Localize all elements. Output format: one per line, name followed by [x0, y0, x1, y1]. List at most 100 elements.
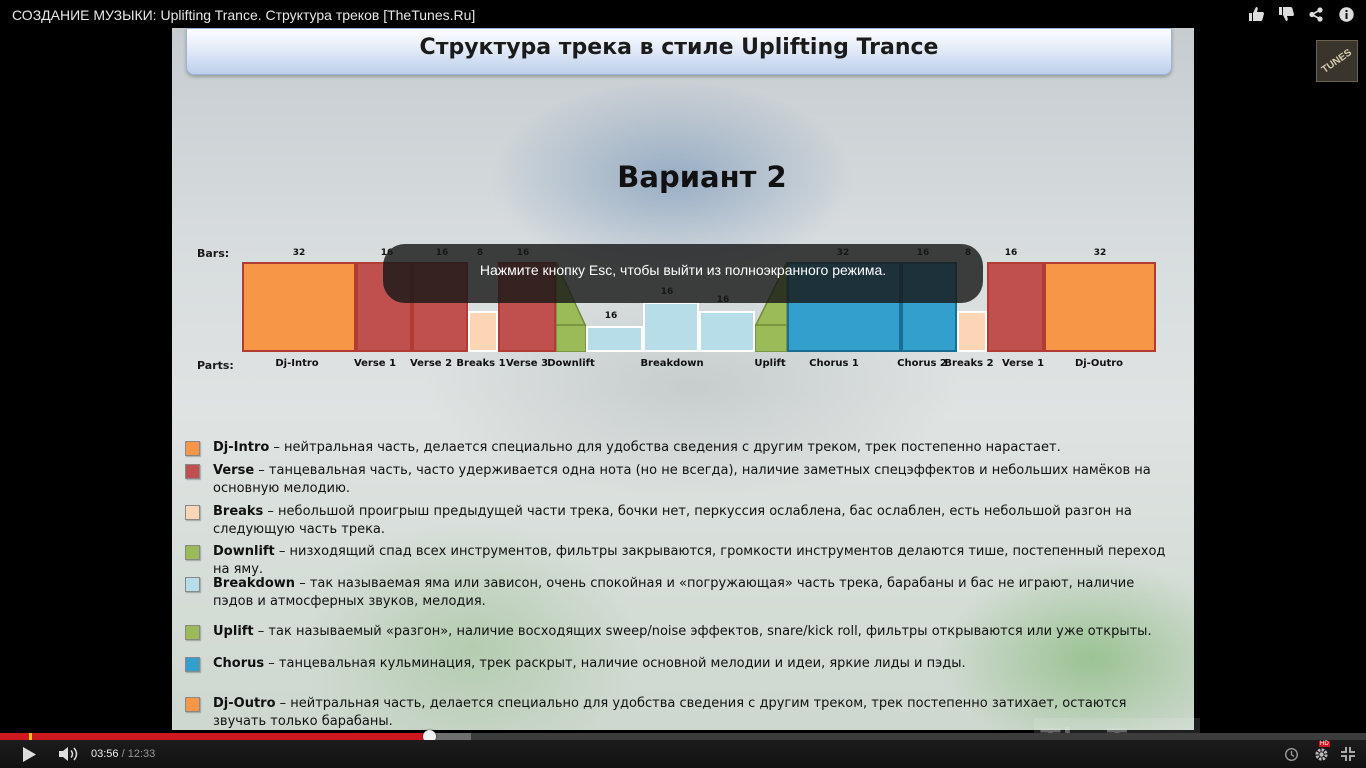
slide-header-title: Структура трека в стиле Uplifting Trance — [419, 35, 939, 60]
legend-text: Downlift – низходящий спад всех инструме… — [213, 543, 1175, 579]
legend-text: Dj-Outro – нейтральная часть, делается с… — [213, 695, 1175, 730]
legend-swatch — [185, 464, 200, 479]
dislike-icon[interactable] — [1278, 6, 1294, 22]
legend-text: Dj-Intro – нейтральная часть, делается с… — [213, 439, 1175, 457]
player-controls: 03:56 / 12:33 HD — [0, 740, 1366, 768]
part-label: Breakdown — [640, 358, 704, 369]
legend-swatch — [185, 505, 200, 520]
legend-term: Dj-Outro — [213, 696, 276, 711]
legend-item: Breaks – небольшой проигрыш предыдущей ч… — [185, 503, 1175, 539]
channel-logo[interactable]: TUNES — [1316, 40, 1358, 82]
top-actions — [1248, 6, 1354, 22]
part-label: Dj-Outro — [1074, 358, 1124, 369]
section-block — [957, 311, 987, 352]
fullscreen-toast-text: Нажмите кнопку Esc, чтобы выйти из полно… — [479, 262, 887, 278]
time-display: 03:56 / 12:33 — [91, 748, 155, 760]
bars-count: 32 — [292, 248, 306, 258]
share-icon[interactable] — [1308, 6, 1324, 22]
part-label: Breaks 1 — [456, 358, 506, 369]
legend-term: Downlift — [213, 544, 275, 559]
progress-bar[interactable] — [0, 730, 1366, 743]
part-label: Verse 3 — [505, 358, 549, 369]
slide-header: Структура трека в стиле Uplifting Trance — [186, 28, 1172, 75]
progress-marker — [29, 733, 33, 740]
settings-button[interactable]: HD — [1311, 741, 1331, 763]
legend-item: Breakdown – так называемая яма или завис… — [185, 575, 1175, 611]
section-block — [586, 326, 643, 352]
part-label: Breaks 2 — [944, 358, 994, 369]
part-label: Verse 1 — [353, 358, 397, 369]
fullscreen-exit-icon — [1341, 747, 1355, 761]
section-block — [643, 302, 699, 352]
legend-text: Chorus – танцевальная кульминация, трек … — [213, 655, 1175, 673]
like-icon[interactable] — [1248, 6, 1264, 22]
bars-count: 32 — [1093, 248, 1107, 258]
hd-badge: HD — [1319, 741, 1330, 747]
legend-term: Uplift — [213, 624, 254, 639]
part-label: Downlift — [547, 358, 595, 369]
legend-item: Uplift – так называемый «разгон», наличи… — [185, 623, 1175, 641]
section-block — [987, 262, 1044, 352]
part-label: Dj-Intro — [275, 358, 319, 369]
watch-later-icon — [1284, 747, 1298, 761]
legend-item: Verse – танцевальная часть, часто удержи… — [185, 462, 1175, 498]
video-slide[interactable]: Структура трека в стиле Uplifting Trance… — [172, 28, 1194, 730]
legend-term: Breaks — [213, 504, 264, 519]
section-block — [1044, 262, 1156, 352]
legend-swatch — [185, 657, 200, 672]
duration: 12:33 — [127, 748, 156, 760]
current-time: 03:56 — [91, 748, 119, 760]
watch-later-button[interactable] — [1283, 745, 1299, 763]
legend-swatch — [185, 625, 200, 640]
legend-description: – танцевальная часть, часто удерживается… — [213, 463, 1151, 496]
bars-count: 16 — [1004, 248, 1018, 258]
info-icon[interactable] — [1338, 6, 1354, 22]
legend-swatch — [185, 545, 200, 560]
legend-description: – низходящий спад всех инструментов, фил… — [213, 544, 1166, 577]
progress-played — [0, 733, 429, 740]
volume-button[interactable] — [58, 745, 80, 763]
variant-title: Вариант 2 — [617, 160, 787, 194]
legend-item: Dj-Intro – нейтральная часть, делается с… — [185, 439, 1175, 457]
legend-text: Breakdown – так называемая яма или завис… — [213, 575, 1175, 611]
play-button[interactable] — [20, 745, 38, 763]
part-label: Uplift — [754, 358, 786, 369]
legend-term: Chorus — [213, 656, 265, 671]
channel-logo-text: TUNES — [1319, 46, 1355, 76]
legend-text: Breaks – небольшой проигрыш предыдущей ч… — [213, 503, 1175, 539]
legend-swatch — [185, 697, 200, 712]
legend-description: – нейтральная часть, делается специально… — [269, 440, 1061, 455]
legend-description: – так называемая яма или зависон, очень … — [213, 576, 1135, 609]
settings-icon — [1314, 747, 1328, 761]
part-label: Chorus 1 — [809, 358, 859, 369]
legend-item: Downlift – низходящий спад всех инструме… — [185, 543, 1175, 579]
legend-text: Uplift – так называемый «разгон», наличи… — [213, 623, 1175, 641]
section-block — [699, 311, 755, 352]
fullscreen-toast: Нажмите кнопку Esc, чтобы выйти из полно… — [383, 244, 983, 303]
part-label: Chorus 2 — [897, 358, 947, 369]
legend-swatch — [185, 441, 200, 456]
fullscreen-exit-button[interactable] — [1339, 745, 1357, 763]
video-title[interactable]: СОЗДАНИЕ МУЗЫКИ: Uplifting Trance. Струк… — [12, 7, 475, 23]
section-block — [242, 262, 356, 352]
part-label: Verse 2 — [409, 358, 453, 369]
legend-description: – танцевальная кульминация, трек раскрыт… — [264, 656, 966, 671]
legend-term: Dj-Intro — [213, 440, 270, 455]
legend-text: Verse – танцевальная часть, часто удержи… — [213, 462, 1175, 498]
bars-label: Bars: — [197, 247, 230, 260]
legend-description: – нейтральная часть, делается специально… — [213, 696, 1127, 729]
legend-description: – так называемый «разгон», наличие восхо… — [253, 624, 1152, 639]
legend-item: Dj-Outro – нейтральная часть, делается с… — [185, 695, 1175, 730]
legend-swatch — [185, 577, 200, 592]
legend-item: Chorus – танцевальная кульминация, трек … — [185, 655, 1175, 673]
time-separator: / — [118, 748, 128, 760]
bars-count: 16 — [604, 311, 618, 321]
legend-term: Breakdown — [213, 576, 296, 591]
section-block — [468, 311, 498, 352]
parts-label: Parts: — [197, 359, 234, 372]
part-label: Verse 1 — [1001, 358, 1045, 369]
volume-icon — [59, 747, 78, 761]
legend-description: – небольшой проигрыш предыдущей части тр… — [213, 504, 1132, 537]
play-icon — [22, 746, 36, 762]
legend-term: Verse — [213, 463, 255, 478]
